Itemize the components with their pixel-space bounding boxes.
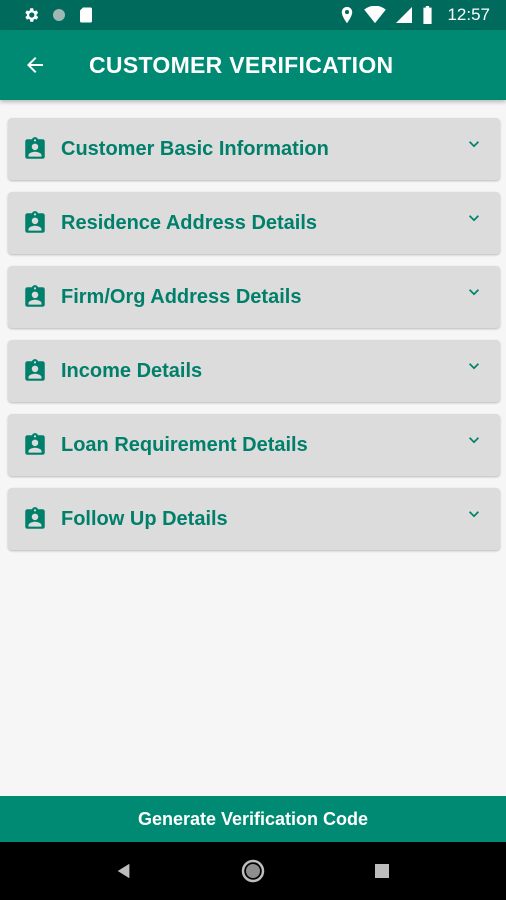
badge-icon xyxy=(22,284,48,310)
circle-icon xyxy=(53,9,65,21)
badge-icon xyxy=(22,136,48,162)
section-label: Loan Requirement Details xyxy=(61,433,308,456)
section-income-details[interactable]: Income Details xyxy=(8,340,500,402)
badge-icon xyxy=(22,358,48,384)
badge-icon xyxy=(22,506,48,532)
section-loan-requirement-details[interactable]: Loan Requirement Details xyxy=(8,414,500,476)
square-recents-icon xyxy=(374,864,389,878)
section-customer-basic-information[interactable]: Customer Basic Information xyxy=(8,118,500,180)
battery-icon xyxy=(423,6,433,24)
nav-home-button[interactable] xyxy=(233,851,273,891)
arrow-left-icon xyxy=(27,57,43,73)
section-label: Income Details xyxy=(61,359,203,382)
badge-icon xyxy=(22,210,48,236)
chevron-down-icon[interactable] xyxy=(464,430,484,450)
status-right: 12:57 xyxy=(340,5,490,25)
nav-recents-button[interactable] xyxy=(362,851,402,891)
chevron-down-icon[interactable] xyxy=(464,134,484,154)
system-nav-bar xyxy=(0,842,506,900)
wifi-icon xyxy=(364,6,387,24)
nav-back-button[interactable] xyxy=(104,851,144,891)
badge-icon xyxy=(22,432,48,458)
section-label: Residence Address Details xyxy=(61,211,318,234)
section-label: Follow Up Details xyxy=(61,507,228,530)
triangle-back-icon xyxy=(118,863,130,879)
chevron-down-icon[interactable] xyxy=(464,208,484,228)
page-title: CUSTOMER VERIFICATION xyxy=(89,51,394,78)
section-residence-address-details[interactable]: Residence Address Details xyxy=(8,192,500,254)
status-bar: 12:57 xyxy=(0,0,506,30)
chevron-down-icon[interactable] xyxy=(464,356,484,376)
section-follow-up-details[interactable]: Follow Up Details xyxy=(8,488,500,550)
status-left xyxy=(22,6,94,24)
generate-verification-code-button[interactable]: Generate Verification Code xyxy=(0,796,506,842)
sd-card-icon xyxy=(80,7,92,23)
circle-home-icon xyxy=(241,859,265,883)
app-bar: CUSTOMER VERIFICATION xyxy=(0,30,506,100)
section-firm-org-address-details[interactable]: Firm/Org Address Details xyxy=(8,266,500,328)
gear-icon xyxy=(25,8,39,22)
clock: 12:57 xyxy=(447,5,490,24)
section-label: Firm/Org Address Details xyxy=(61,285,302,308)
chevron-down-icon[interactable] xyxy=(464,282,484,302)
back-button[interactable] xyxy=(0,30,70,100)
location-icon xyxy=(342,6,353,24)
section-label: Customer Basic Information xyxy=(61,137,329,160)
section-list: Customer Basic Information Residence Add… xyxy=(8,118,500,562)
signal-icon xyxy=(396,7,413,23)
chevron-down-icon[interactable] xyxy=(464,504,484,524)
